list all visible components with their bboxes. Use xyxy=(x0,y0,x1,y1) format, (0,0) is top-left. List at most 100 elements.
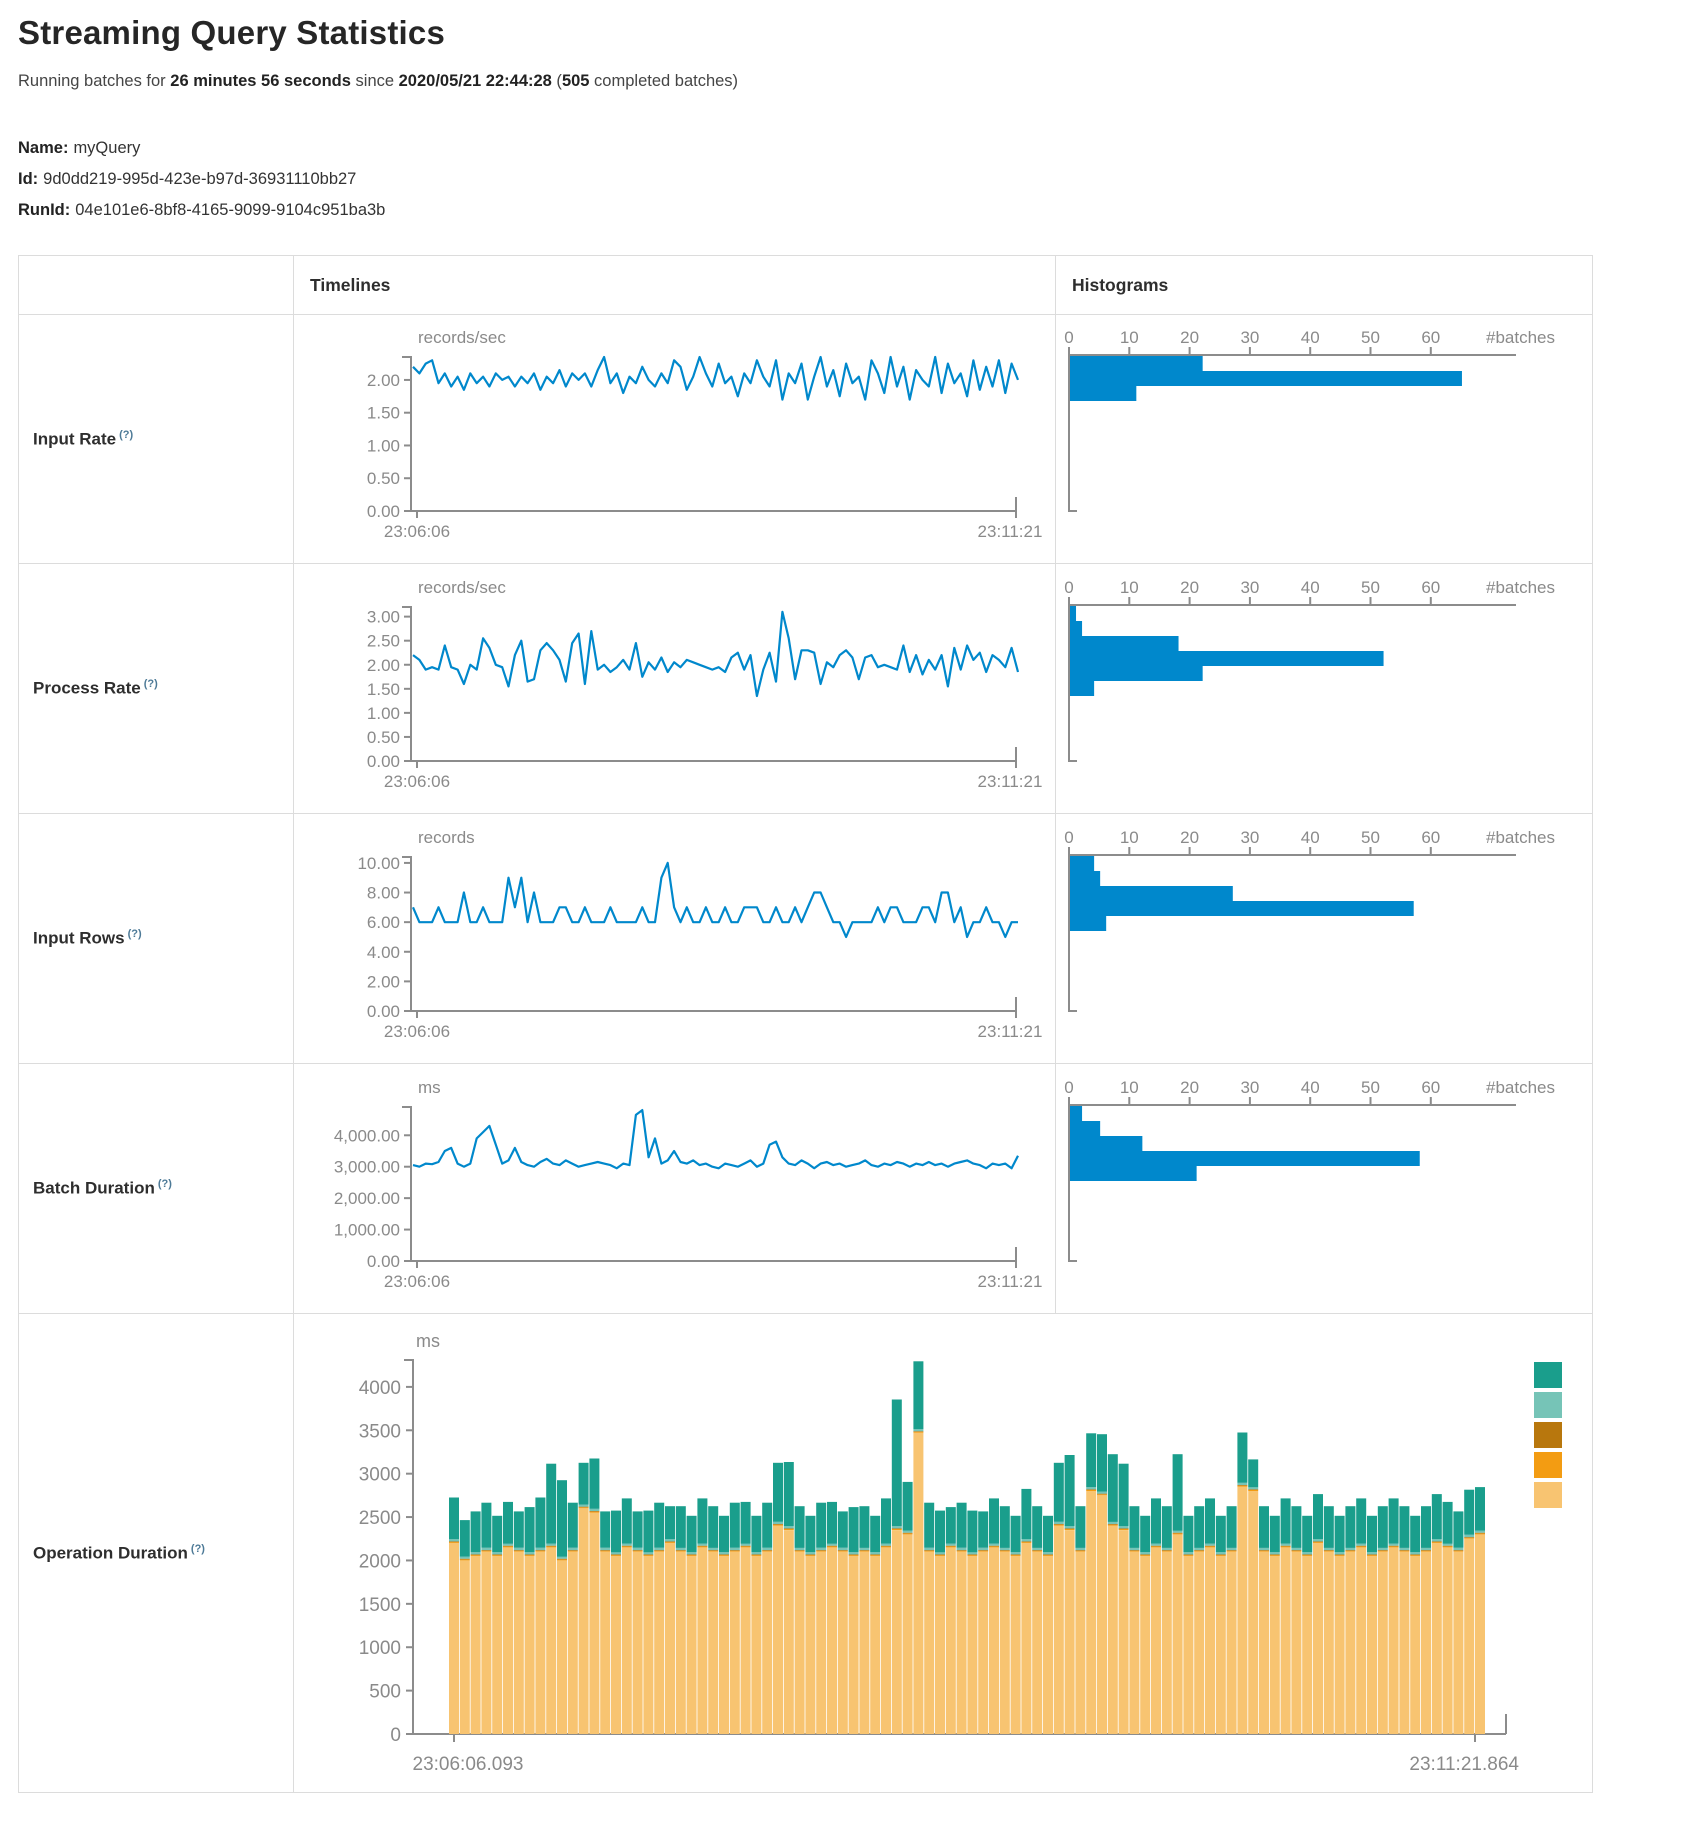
svg-text:0.00: 0.00 xyxy=(367,502,400,521)
histograms-column-header: Histograms xyxy=(1056,256,1593,315)
batch-duration-histogram-chart: 0102030405060#batches xyxy=(1056,1065,1592,1313)
batch-duration-timeline-chart: ms4,000.003,000.002,000.001,000.000.0023… xyxy=(294,1065,1055,1313)
name-label: Name: xyxy=(18,139,68,157)
legend-swatch xyxy=(1534,1392,1562,1418)
legend-swatch xyxy=(1534,1452,1562,1478)
svg-text:10.00: 10.00 xyxy=(357,853,400,872)
table-row-input-rows: Input Rows(?) records10.008.006.004.002.… xyxy=(19,814,1593,1064)
operation-duration-legend xyxy=(1534,1362,1562,1508)
id-value: 9d0dd219-995d-423e-b97d-36931110bb27 xyxy=(43,170,356,188)
svg-text:2.00: 2.00 xyxy=(367,972,400,991)
table-row-input-rate: Input Rate(?) records/sec2.001.501.000.5… xyxy=(19,315,1593,564)
svg-text:23:06:06: 23:06:06 xyxy=(384,772,450,791)
query-meta: Name: myQuery Id: 9d0dd219-995d-423e-b97d-… xyxy=(18,133,1675,226)
svg-text:30: 30 xyxy=(1240,578,1259,597)
svg-text:10: 10 xyxy=(1120,328,1139,347)
legend-swatch xyxy=(1534,1422,1562,1448)
query-runid-row: RunId:04e101e6-8bf8-4165-9099-9104c951ba… xyxy=(18,195,1675,226)
svg-text:23:11:21: 23:11:21 xyxy=(978,1272,1043,1291)
svg-text:0.00: 0.00 xyxy=(367,1252,400,1271)
svg-text:23:06:06: 23:06:06 xyxy=(384,1272,450,1291)
svg-text:2.00: 2.00 xyxy=(367,655,400,674)
start-timestamp: 2020/05/21 22:44:28 xyxy=(399,72,552,90)
id-label: Id: xyxy=(18,170,38,188)
svg-text:#batches: #batches xyxy=(1486,578,1555,597)
svg-text:20: 20 xyxy=(1180,578,1199,597)
svg-text:50: 50 xyxy=(1361,328,1380,347)
metric-column-header xyxy=(19,256,294,315)
input-rate-histogram-chart: 0102030405060#batches xyxy=(1056,315,1592,563)
svg-text:500: 500 xyxy=(369,1681,401,1702)
svg-text:1.50: 1.50 xyxy=(367,404,400,423)
svg-text:23:11:21: 23:11:21 xyxy=(978,772,1043,791)
svg-text:20: 20 xyxy=(1180,1078,1199,1097)
input-rate-timeline-chart: records/sec2.001.501.000.500.0023:06:062… xyxy=(294,315,1055,563)
table-row-operation-duration: Operation Duration(?) ms4000350030002500… xyxy=(19,1314,1593,1793)
running-batches-summary: Running batches for 26 minutes 56 second… xyxy=(18,72,1675,91)
row-label-process-rate: Process Rate xyxy=(33,679,141,698)
running-prefix: Running batches for xyxy=(18,72,170,90)
svg-text:records: records xyxy=(418,828,475,847)
process-rate-help-icon[interactable]: (?) xyxy=(144,678,158,690)
svg-text:1500: 1500 xyxy=(359,1594,401,1615)
svg-text:0: 0 xyxy=(1064,328,1073,347)
svg-text:40: 40 xyxy=(1301,578,1320,597)
svg-text:0: 0 xyxy=(390,1725,401,1746)
svg-text:#batches: #batches xyxy=(1486,328,1555,347)
name-value: myQuery xyxy=(73,139,140,157)
svg-text:3,000.00: 3,000.00 xyxy=(334,1157,400,1176)
svg-text:0.00: 0.00 xyxy=(367,752,400,771)
svg-text:2500: 2500 xyxy=(359,1508,401,1529)
query-name-row: Name: myQuery xyxy=(18,133,1675,164)
svg-text:1.00: 1.00 xyxy=(367,436,400,455)
input-rate-help-icon[interactable]: (?) xyxy=(119,429,133,441)
svg-text:10: 10 xyxy=(1120,1078,1139,1097)
svg-text:0.00: 0.00 xyxy=(367,1002,400,1021)
svg-text:4000: 4000 xyxy=(359,1377,401,1398)
svg-text:1.50: 1.50 xyxy=(367,679,400,698)
svg-text:#batches: #batches xyxy=(1486,828,1555,847)
svg-text:50: 50 xyxy=(1361,1078,1380,1097)
page-title: Streaming Query Statistics xyxy=(18,14,1675,52)
svg-text:ms: ms xyxy=(418,1078,441,1097)
svg-text:23:06:06: 23:06:06 xyxy=(384,522,450,541)
svg-text:0: 0 xyxy=(1064,1078,1073,1097)
operation-duration-stacked-chart: ms4000350030002500200015001000500023:06:… xyxy=(294,1315,1592,1792)
svg-text:50: 50 xyxy=(1361,828,1380,847)
svg-text:40: 40 xyxy=(1301,1078,1320,1097)
query-id-row: Id: 9d0dd219-995d-423e-b97d-36931110bb27 xyxy=(18,164,1675,195)
table-row-process-rate: Process Rate(?) records/sec3.002.502.001… xyxy=(19,564,1593,814)
since-text: since xyxy=(351,72,399,90)
svg-text:0: 0 xyxy=(1064,828,1073,847)
svg-text:23:11:21.864: 23:11:21.864 xyxy=(1409,1754,1519,1775)
stats-table: Timelines Histograms Input Rate(?) recor… xyxy=(18,255,1593,1793)
input-rows-timeline-chart: records10.008.006.004.002.000.0023:06:06… xyxy=(294,815,1055,1063)
input-rows-help-icon[interactable]: (?) xyxy=(128,928,142,940)
row-label-operation-duration: Operation Duration xyxy=(33,1543,188,1562)
svg-text:#batches: #batches xyxy=(1486,1078,1555,1097)
svg-text:10: 10 xyxy=(1120,578,1139,597)
svg-text:records/sec: records/sec xyxy=(418,578,506,597)
svg-text:20: 20 xyxy=(1180,828,1199,847)
svg-text:0.50: 0.50 xyxy=(367,469,400,488)
row-label-batch-duration: Batch Duration xyxy=(33,1179,155,1198)
svg-text:0.50: 0.50 xyxy=(367,727,400,746)
svg-text:records/sec: records/sec xyxy=(418,328,506,347)
batch-duration-help-icon[interactable]: (?) xyxy=(158,1178,172,1190)
runid-value: 04e101e6-8bf8-4165-9099-9104c951ba3b xyxy=(75,201,385,219)
svg-text:8.00: 8.00 xyxy=(367,883,400,902)
svg-text:23:06:06.093: 23:06:06.093 xyxy=(413,1754,524,1775)
process-rate-timeline-chart: records/sec3.002.502.001.501.000.500.002… xyxy=(294,565,1055,813)
streaming-query-statistics-page: Streaming Query Statistics Running batch… xyxy=(0,14,1693,1793)
row-label-input-rate: Input Rate xyxy=(33,429,116,448)
svg-text:23:11:21: 23:11:21 xyxy=(978,1022,1043,1041)
legend-swatch xyxy=(1534,1362,1562,1388)
svg-text:4.00: 4.00 xyxy=(367,942,400,961)
svg-text:2000: 2000 xyxy=(359,1551,401,1572)
svg-text:ms: ms xyxy=(416,1331,440,1351)
svg-text:3000: 3000 xyxy=(359,1464,401,1485)
svg-text:60: 60 xyxy=(1421,328,1440,347)
svg-text:2,000.00: 2,000.00 xyxy=(334,1189,400,1208)
row-label-input-rows: Input Rows xyxy=(33,929,125,948)
operation-duration-help-icon[interactable]: (?) xyxy=(191,1543,205,1555)
